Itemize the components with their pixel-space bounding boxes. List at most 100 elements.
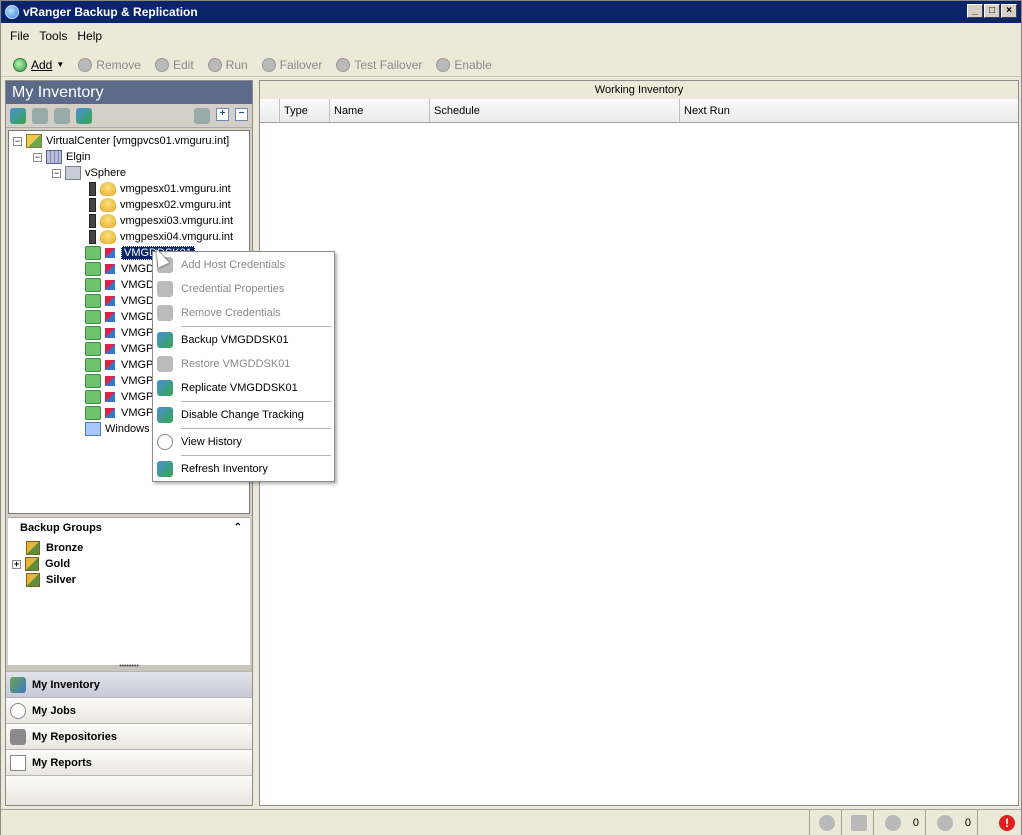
vm-backup-icon [85,406,101,420]
tree-node-label: VMGP [121,375,154,387]
collapse-icon[interactable]: − [52,168,61,178]
column-header-name[interactable]: Name [330,99,430,122]
vm-backup-icon [85,310,101,324]
nav-empty-slot [6,775,252,805]
test-failover-button[interactable]: Test Failover [330,57,428,72]
menu-item-credential-properties[interactable]: Credential Properties [153,278,334,300]
menu-file[interactable]: File [5,29,34,43]
nav-my-repositories[interactable]: My Repositories [6,723,252,749]
tree-node-label: VMGD [121,311,154,323]
chevron-down-icon[interactable]: ▼ [56,60,64,69]
tree-node-vm[interactable]: VMGD [85,293,154,309]
status-calendar [841,810,873,835]
collapse-icon[interactable]: − [13,136,22,146]
tree-node-vm[interactable]: VMGP [85,389,153,405]
running-count: 0 [912,817,919,829]
tree-node-vm[interactable]: VMGP [85,325,153,341]
tree-node-vm[interactable]: VMGP [85,405,153,421]
menu-item-view-history[interactable]: View History [153,431,334,453]
nav-my-inventory[interactable]: My Inventory [6,671,252,697]
run-button[interactable]: Run [202,57,254,72]
add-credentials-icon[interactable] [10,107,26,124]
enable-button[interactable]: Enable [430,57,497,72]
nav-my-jobs[interactable]: My Jobs [6,697,252,723]
enable-label: Enable [454,57,492,72]
menu-item-replicate[interactable]: Replicate VMGDDSK01 [153,377,334,399]
edit-button[interactable]: Edit [149,57,200,72]
maximize-button[interactable]: □ [984,4,1000,18]
window-title: vRanger Backup & Replication [23,5,198,19]
add-button[interactable]: Add ▼ [7,57,70,72]
tree-node-host[interactable]: vmgpesxi04.vmguru.int [89,229,233,245]
menu-help[interactable]: Help [72,29,107,43]
backup-group-item[interactable]: Bronze [26,540,83,556]
expand-icon[interactable]: + [12,559,21,569]
remove-button[interactable]: Remove [72,57,147,72]
collapse-all-icon[interactable]: − [235,108,248,121]
backup-group-item[interactable]: + Gold [12,556,70,572]
vm-backup-icon [85,358,101,372]
edit-credentials-icon[interactable] [32,107,48,124]
menu-item-remove-credentials[interactable]: Remove Credentials [153,302,334,324]
expand-all-icon[interactable]: + [216,108,229,121]
backup-groups-header: Backup Groups ⌃ [8,518,250,538]
backup-group-icon [26,573,40,587]
failover-button[interactable]: Failover [256,57,329,72]
remove-credentials-icon[interactable] [54,107,70,124]
tree-node-label: Elgin [66,151,91,163]
tree-node-vm[interactable]: VMGP [85,373,153,389]
close-button[interactable]: × [1001,4,1017,18]
run-label: Run [225,57,248,72]
nav-my-reports[interactable]: My Reports [6,749,252,775]
tree-node-vm[interactable]: VMGP [85,341,153,357]
tree-node-vm[interactable]: VMGD [85,309,154,325]
menu-item-add-host-credentials[interactable]: Add Host Credentials [153,254,334,276]
tree-node-vm[interactable]: VMGP [85,357,153,373]
host-icon [100,214,116,228]
tree-node-host[interactable]: vmgpesxi03.vmguru.int [89,213,233,229]
tree-node-host[interactable]: vmgpesx01.vmguru.int [89,181,231,197]
host-icon [100,182,116,196]
column-header-schedule[interactable]: Schedule [430,99,680,122]
collapse-panel-icon[interactable]: ⌃ [234,522,242,533]
vm-backup-icon [85,262,101,276]
refresh-icon[interactable] [76,107,92,124]
menu-separator [181,455,331,456]
menu-item-refresh-inventory[interactable]: Refresh Inventory [153,458,334,480]
column-header-type[interactable]: Type [280,99,330,122]
tree-node-vm[interactable]: VMGD [85,261,154,277]
menu-item-restore[interactable]: Restore VMGDDSK01 [153,353,334,375]
tree-node-vm[interactable]: VMGD [85,277,154,293]
menu-separator [181,326,331,327]
add-icon [13,57,27,72]
tree-node-host[interactable]: vmgpesx02.vmguru.int [89,197,231,213]
tree-node-virtualcenter[interactable]: − VirtualCenter [vmgpvcs01.vmguru.int] [13,133,229,149]
working-inventory-title: Working Inventory [260,81,1018,99]
tree-node-datacenter[interactable]: − Elgin [33,149,90,165]
backup-icon [157,332,173,348]
grid-header-select[interactable] [260,99,280,122]
menu-item-backup[interactable]: Backup VMGDDSK01 [153,329,334,351]
tree-node-cluster[interactable]: − vSphere [52,165,126,181]
tree-node-windows[interactable]: Windows [85,421,150,437]
vm-icon [105,328,115,338]
host-icon [100,230,116,244]
vm-icon [105,392,115,402]
view-options-icon[interactable] [194,108,210,124]
vm-backup-icon [85,342,101,356]
menu-bar: File Tools Help [1,25,1021,47]
collapse-icon[interactable]: − [33,152,42,162]
backup-group-label: Gold [45,558,71,570]
datacenter-icon [46,150,62,164]
menu-tools[interactable]: Tools [34,29,72,43]
backup-group-item[interactable]: Silver [26,572,76,588]
vm-backup-icon [85,326,101,340]
minimize-button[interactable]: _ [967,4,983,18]
status-connection [809,810,841,835]
menu-item-disable-change-tracking[interactable]: Disable Change Tracking [153,404,334,426]
column-header-next-run[interactable]: Next Run [680,99,1018,122]
host-status-icon [89,214,96,228]
tree-node-label: vmgpesx02.vmguru.int [120,199,231,211]
menu-item-label: Add Host Credentials [181,259,285,271]
status-alert[interactable]: ! [977,810,1021,835]
